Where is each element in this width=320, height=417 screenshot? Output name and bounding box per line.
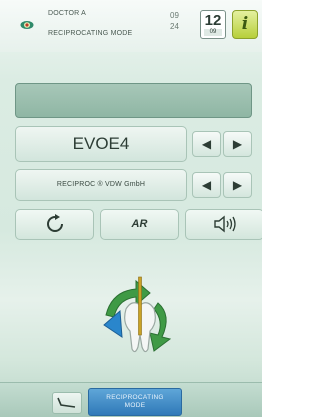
current-mode-label: RECIPROCATING MODE	[48, 30, 133, 37]
arrow-left-icon: ◀	[201, 137, 212, 151]
clock: 09 24	[170, 10, 179, 32]
system-selector[interactable]: RECIPROC ® VDW GmbH	[15, 169, 187, 201]
info-icon: i	[241, 14, 249, 34]
file-prev-button[interactable]: ◀	[192, 131, 221, 157]
calendar-badge: 12 09	[200, 10, 226, 39]
sound-button[interactable]	[185, 209, 262, 240]
eye-logo-icon	[20, 21, 34, 29]
mode-button-line1: RECIPROCATING	[106, 394, 164, 401]
system-row: RECIPROC ® VDW GmbH ◀ ▶	[15, 169, 252, 201]
handpiece-button[interactable]	[52, 392, 82, 414]
calendar-day: 12	[204, 12, 222, 29]
rotation-arrow-icon	[46, 214, 63, 232]
device-screen: DOCTOR A RECIPROCATING MODE 09 24 12 09 …	[0, 0, 262, 417]
auto-reverse-label: AR	[131, 218, 148, 230]
file-row: EVOE4 ◀ ▶	[15, 126, 252, 162]
speaker-icon	[213, 215, 236, 233]
arrow-left-icon: ◀	[201, 178, 212, 192]
system-next-button[interactable]: ▶	[223, 172, 252, 198]
system-prev-button[interactable]: ◀	[192, 172, 221, 198]
auto-reverse-button[interactable]: AR	[100, 209, 179, 240]
file-selector[interactable]: EVOE4	[15, 126, 187, 162]
arrow-right-icon: ▶	[232, 178, 243, 192]
doctor-name[interactable]: DOCTOR A	[48, 10, 86, 17]
status-bar	[15, 83, 252, 118]
clock-hour: 09	[170, 11, 179, 20]
file-next-button[interactable]: ▶	[223, 131, 252, 157]
arrow-right-icon: ▶	[232, 137, 243, 151]
system-name: RECIPROC ® VDW GmbH	[56, 181, 146, 188]
mode-button[interactable]: RECIPROCATING MODE	[88, 388, 182, 416]
clock-minute: 24	[170, 22, 179, 31]
tooth-reciprocating-icon	[103, 276, 172, 353]
info-button[interactable]: i	[232, 10, 258, 39]
rotation-button[interactable]	[15, 209, 94, 240]
calendar-month: 09	[204, 29, 222, 36]
handpiece-icon	[57, 397, 76, 408]
mode-button-line2: MODE	[124, 402, 146, 409]
file-name: EVOE4	[72, 134, 130, 153]
header-bar: DOCTOR A RECIPROCATING MODE 09 24 12 09 …	[0, 0, 262, 52]
